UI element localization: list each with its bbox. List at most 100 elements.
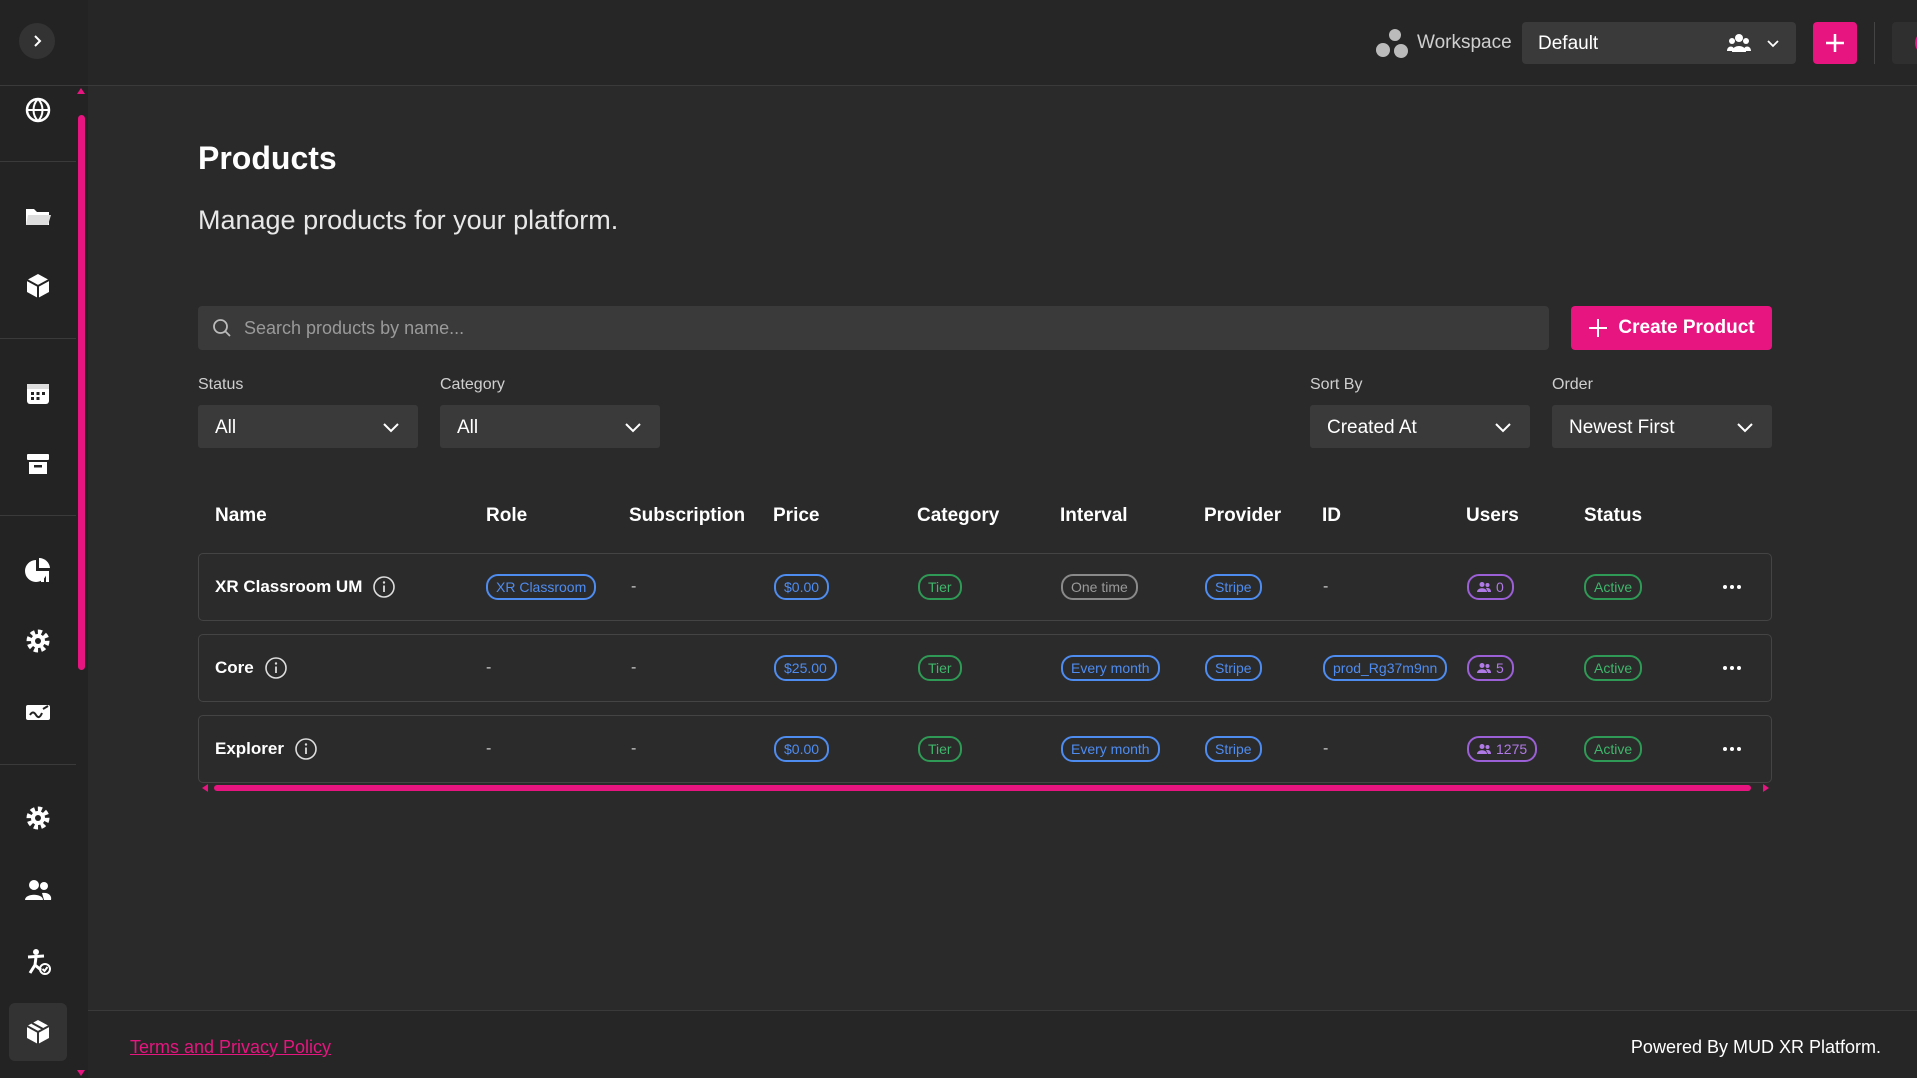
more-horizontal-icon <box>1723 747 1741 751</box>
category-filter-select[interactable]: All <box>440 405 660 448</box>
category-badge: Tier <box>918 574 962 600</box>
calendar-icon[interactable] <box>18 373 58 413</box>
column-header-id[interactable]: ID <box>1322 505 1341 527</box>
divider <box>1874 22 1875 64</box>
row-actions-button[interactable] <box>1722 716 1742 782</box>
product-name: XR Classroom UM <box>215 577 363 596</box>
product-name: Explorer <box>215 739 284 758</box>
terms-privacy-link[interactable]: Terms and Privacy Policy <box>130 1037 331 1058</box>
sidebar-expand-button[interactable] <box>19 23 55 59</box>
add-button[interactable] <box>1813 22 1857 64</box>
category-badge: Tier <box>918 736 962 762</box>
row-actions-button[interactable] <box>1722 635 1742 701</box>
interval-badge: One time <box>1061 574 1138 600</box>
table-row[interactable]: XR Classroom UM XR Classroom - $0.00 Tie… <box>198 553 1772 621</box>
create-product-label: Create Product <box>1618 317 1755 338</box>
product-name-cell: Core <box>215 635 288 701</box>
chevron-down-icon <box>1737 423 1753 433</box>
accessibility-icon[interactable] <box>18 942 58 982</box>
category-filter-label: Category <box>440 376 505 393</box>
product-name-cell: XR Classroom UM <box>215 554 396 620</box>
category-badge: Tier <box>918 655 962 681</box>
plus-icon <box>1826 34 1844 52</box>
subscription-value: - <box>631 578 637 595</box>
globe-icon[interactable] <box>18 90 58 130</box>
users-badge: 1275 <box>1467 736 1538 762</box>
search-input[interactable] <box>244 306 1534 350</box>
page-subtitle: Manage products for your platform. <box>198 205 619 235</box>
divider <box>0 338 76 339</box>
signature-icon[interactable] <box>18 692 58 732</box>
sort-by-select[interactable]: Created At <box>1310 405 1530 448</box>
column-header-category[interactable]: Category <box>917 505 999 527</box>
package-icon[interactable] <box>9 1003 67 1061</box>
status-badge: Active <box>1584 736 1643 762</box>
cube-icon[interactable] <box>18 266 58 306</box>
folder-icon[interactable] <box>18 196 58 236</box>
scroll-down-arrow[interactable] <box>77 1070 85 1076</box>
column-header-role[interactable]: Role <box>486 505 527 527</box>
table-row[interactable]: Explorer - - $0.00 Tier Every month Stri… <box>198 715 1772 783</box>
sidebar-scroll-thumb[interactable] <box>78 115 85 670</box>
role-value: - <box>486 740 492 757</box>
workspace-select[interactable]: Default <box>1522 22 1796 64</box>
subscription-value: - <box>631 740 637 757</box>
info-icon[interactable] <box>294 737 318 761</box>
search-icon <box>213 319 231 337</box>
column-header-users[interactable]: Users <box>1466 505 1519 527</box>
users-icon <box>1477 744 1491 754</box>
users-icon <box>1477 582 1491 592</box>
provider-badge: Stripe <box>1205 655 1262 681</box>
archive-icon[interactable] <box>18 444 58 484</box>
users-count: 0 <box>1496 579 1504 595</box>
table-scroll-thumb[interactable] <box>214 785 1751 791</box>
info-icon[interactable] <box>264 656 288 680</box>
column-header-status[interactable]: Status <box>1584 505 1642 527</box>
status-filter-label: Status <box>198 376 244 393</box>
create-product-button[interactable]: Create Product <box>1571 306 1772 350</box>
users-badge: 5 <box>1467 655 1514 681</box>
user-menu-button[interactable] <box>1892 22 1917 64</box>
product-id-value: - <box>1323 740 1329 757</box>
column-header-provider[interactable]: Provider <box>1204 505 1281 527</box>
pie-chart-icon[interactable] <box>18 550 58 590</box>
product-name-cell: Explorer <box>215 716 318 782</box>
product-id-badge[interactable]: prod_Rg37m9nn <box>1323 655 1448 681</box>
status-filter-select[interactable]: All <box>198 405 418 448</box>
workspace-label: Workspace <box>1417 32 1512 53</box>
top-bar: Workspace Default <box>88 0 1917 86</box>
role-value: - <box>486 659 492 676</box>
divider <box>0 85 88 86</box>
product-name: Core <box>215 658 254 677</box>
column-header-interval[interactable]: Interval <box>1060 505 1128 527</box>
role-badge: XR Classroom <box>486 574 597 600</box>
divider <box>0 515 76 516</box>
scroll-right-arrow[interactable] <box>1763 784 1769 792</box>
scroll-up-arrow[interactable] <box>77 88 85 94</box>
order-label: Order <box>1552 376 1593 393</box>
order-value: Newest First <box>1569 417 1675 438</box>
table-row[interactable]: Core - - $25.00 Tier Every month Stripe … <box>198 634 1772 702</box>
chevron-down-icon <box>383 423 399 433</box>
status-badge: Active <box>1584 655 1643 681</box>
users-icon[interactable] <box>18 870 58 910</box>
order-select[interactable]: Newest First <box>1552 405 1772 448</box>
divider <box>0 764 76 765</box>
chevron-down-icon <box>1495 423 1511 433</box>
gear-icon[interactable] <box>18 798 58 838</box>
scroll-left-arrow[interactable] <box>202 784 208 792</box>
price-badge: $0.00 <box>774 574 830 600</box>
status-filter-value: All <box>215 417 237 438</box>
row-actions-button[interactable] <box>1722 554 1742 620</box>
info-icon[interactable] <box>372 575 396 599</box>
chevron-right-icon <box>34 35 42 47</box>
sort-by-value: Created At <box>1327 417 1417 438</box>
workspace-icon <box>1376 29 1408 58</box>
column-header-name[interactable]: Name <box>215 505 267 527</box>
interval-badge: Every month <box>1061 655 1160 681</box>
chevron-down-icon <box>1767 40 1779 48</box>
settings-icon[interactable] <box>18 621 58 661</box>
column-header-price[interactable]: Price <box>773 505 819 527</box>
powered-by-text: Powered By MUD XR Platform. <box>1630 1037 1881 1057</box>
column-header-subscription[interactable]: Subscription <box>629 505 745 527</box>
